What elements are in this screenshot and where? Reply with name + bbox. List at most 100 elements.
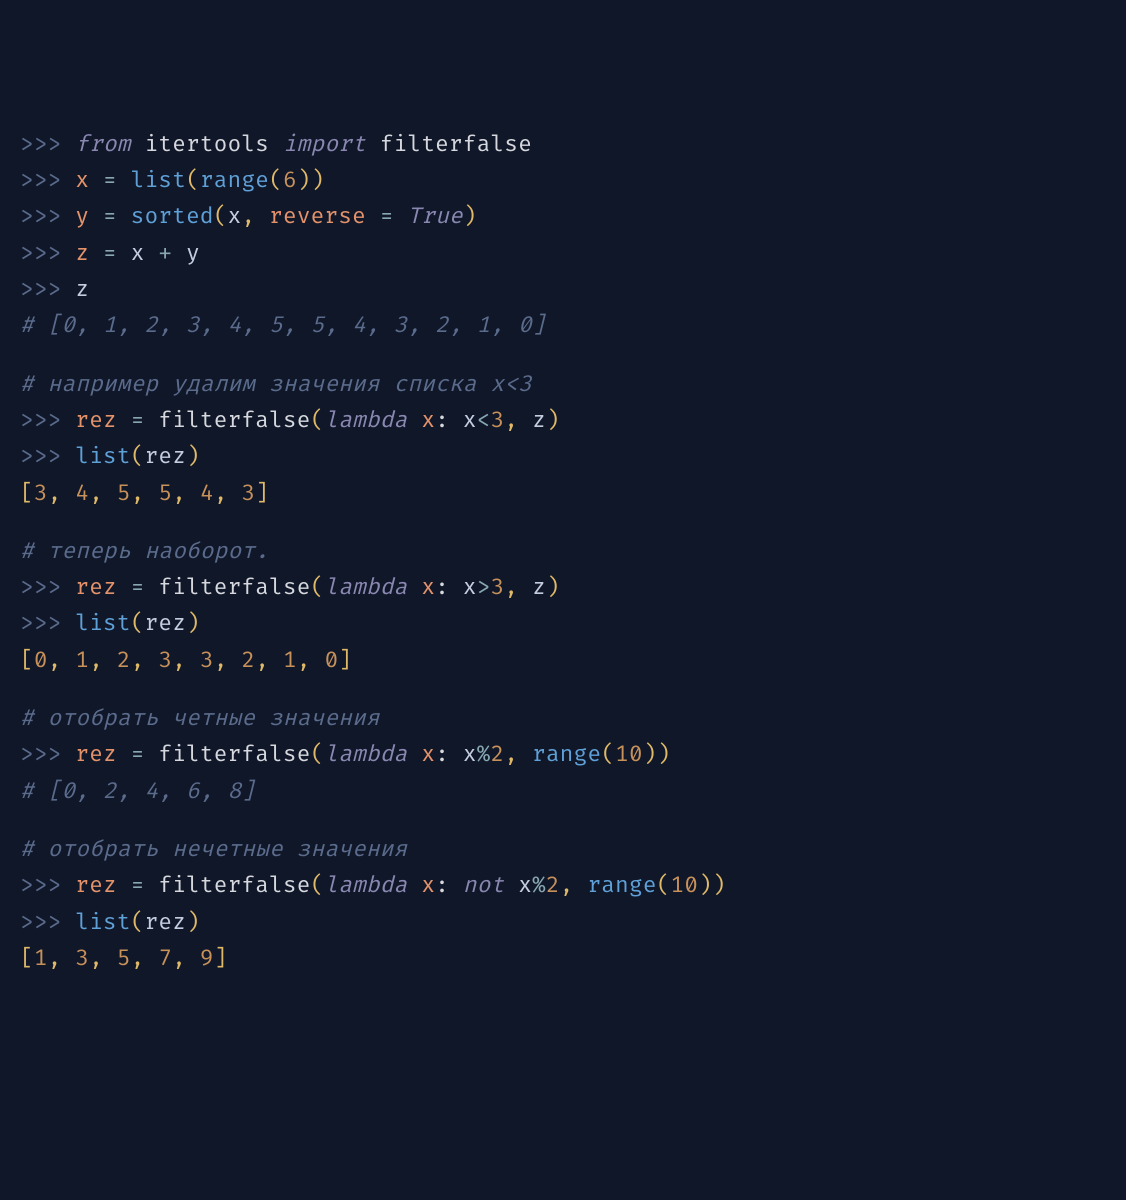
code-token: ( bbox=[269, 167, 283, 194]
code-token: x bbox=[421, 574, 435, 601]
repl-prompt: >>> bbox=[20, 610, 75, 637]
code-token: itertools bbox=[145, 131, 283, 158]
code-token: filterfalse bbox=[158, 872, 310, 899]
code-token: , bbox=[172, 647, 200, 674]
code-token: 7 bbox=[158, 945, 172, 972]
repl-prompt: >>> bbox=[20, 443, 75, 470]
code-token: x bbox=[463, 574, 477, 601]
code-token: ( bbox=[601, 741, 615, 768]
code-line bbox=[20, 679, 1106, 701]
code-token: : bbox=[435, 574, 463, 601]
code-line: >>> from itertools import filterfalse bbox=[20, 127, 1106, 163]
code-token: 3 bbox=[491, 574, 505, 601]
code-token: z bbox=[532, 407, 546, 434]
code-token: : bbox=[435, 407, 463, 434]
repl-prompt: >>> bbox=[20, 203, 75, 230]
code-line: # теперь наоборот. bbox=[20, 534, 1106, 570]
code-token: 0 bbox=[34, 647, 48, 674]
code-token: lambda bbox=[324, 574, 421, 601]
code-token: ) bbox=[186, 610, 200, 637]
code-token: ( bbox=[657, 872, 671, 899]
code-token: , bbox=[504, 574, 532, 601]
code-line bbox=[20, 512, 1106, 534]
code-token: , bbox=[89, 945, 117, 972]
code-token: , bbox=[297, 647, 325, 674]
code-token: , bbox=[241, 203, 269, 230]
code-token: ) bbox=[657, 741, 671, 768]
code-token: z bbox=[532, 574, 546, 601]
code-token: range bbox=[587, 872, 656, 899]
code-token: # отобрать нечетные значения bbox=[20, 836, 407, 863]
code-line: >>> rez = filterfalse(lambda x: x<3, z) bbox=[20, 403, 1106, 439]
code-token: , bbox=[255, 647, 283, 674]
code-token: 1 bbox=[75, 647, 89, 674]
code-line: >>> rez = filterfalse(lambda x: x%2, ran… bbox=[20, 737, 1106, 773]
code-token: # отобрать четные значения bbox=[20, 705, 380, 732]
code-token: , bbox=[89, 647, 117, 674]
code-token: + bbox=[158, 240, 186, 267]
code-token: 1 bbox=[34, 945, 48, 972]
code-token: ( bbox=[311, 872, 325, 899]
code-token: , bbox=[48, 480, 76, 507]
code-token: rez bbox=[75, 407, 130, 434]
code-token: : bbox=[435, 872, 463, 899]
code-token: % bbox=[477, 741, 491, 768]
code-token: lambda bbox=[324, 741, 421, 768]
code-token: x bbox=[518, 872, 532, 899]
code-token: 2 bbox=[546, 872, 560, 899]
code-token: x bbox=[75, 167, 103, 194]
code-token: # например удалим значения списка x<3 bbox=[20, 371, 532, 398]
repl-prompt: >>> bbox=[20, 574, 75, 601]
code-token: 2 bbox=[491, 741, 505, 768]
code-token: 6 bbox=[283, 167, 297, 194]
code-token: ) bbox=[186, 443, 200, 470]
code-token: x bbox=[228, 203, 242, 230]
code-token: sorted bbox=[131, 203, 214, 230]
code-line: # например удалим значения списка x<3 bbox=[20, 367, 1106, 403]
code-line: >>> list(rez) bbox=[20, 606, 1106, 642]
code-line: [3, 4, 5, 5, 4, 3] bbox=[20, 476, 1106, 512]
code-token: % bbox=[532, 872, 546, 899]
code-token: filterfalse bbox=[158, 407, 310, 434]
code-token: [ bbox=[20, 647, 34, 674]
code-token: ( bbox=[311, 407, 325, 434]
code-token: = bbox=[103, 167, 131, 194]
code-token: 0 bbox=[325, 647, 339, 674]
code-token: x bbox=[421, 872, 435, 899]
code-token: ( bbox=[186, 167, 200, 194]
code-token: 4 bbox=[200, 480, 214, 507]
code-token: , bbox=[89, 480, 117, 507]
code-line: >>> x = list(range(6)) bbox=[20, 163, 1106, 199]
code-line: # отобрать нечетные значения bbox=[20, 832, 1106, 868]
code-line: >>> rez = filterfalse(lambda x: x>3, z) bbox=[20, 570, 1106, 606]
code-token: x bbox=[463, 407, 477, 434]
code-token: x bbox=[421, 741, 435, 768]
code-token: list bbox=[75, 909, 130, 936]
code-token: [ bbox=[20, 945, 34, 972]
code-token: , bbox=[131, 480, 159, 507]
code-token: , bbox=[172, 945, 200, 972]
code-token: rez bbox=[75, 741, 130, 768]
code-line bbox=[20, 810, 1106, 832]
code-token: # [0, 1, 2, 3, 4, 5, 5, 4, 3, 2, 1, 0] bbox=[20, 312, 546, 339]
code-token: , bbox=[131, 647, 159, 674]
code-token: < bbox=[477, 407, 491, 434]
code-token: ( bbox=[131, 909, 145, 936]
code-token: , bbox=[560, 872, 588, 899]
code-token: = bbox=[131, 574, 159, 601]
code-token: range bbox=[532, 741, 601, 768]
code-token: lambda bbox=[324, 872, 421, 899]
code-token: 2 bbox=[117, 647, 131, 674]
code-token: ) bbox=[698, 872, 712, 899]
code-token: 3 bbox=[242, 480, 256, 507]
repl-prompt: >>> bbox=[20, 167, 75, 194]
code-token: lambda bbox=[324, 407, 421, 434]
code-token: rez bbox=[145, 610, 187, 637]
code-token: True bbox=[408, 203, 463, 230]
code-token: ] bbox=[255, 480, 269, 507]
code-token: from bbox=[75, 131, 144, 158]
code-token: 3 bbox=[491, 407, 505, 434]
code-token: = bbox=[103, 240, 131, 267]
code-token: 3 bbox=[158, 647, 172, 674]
code-line bbox=[20, 345, 1106, 367]
